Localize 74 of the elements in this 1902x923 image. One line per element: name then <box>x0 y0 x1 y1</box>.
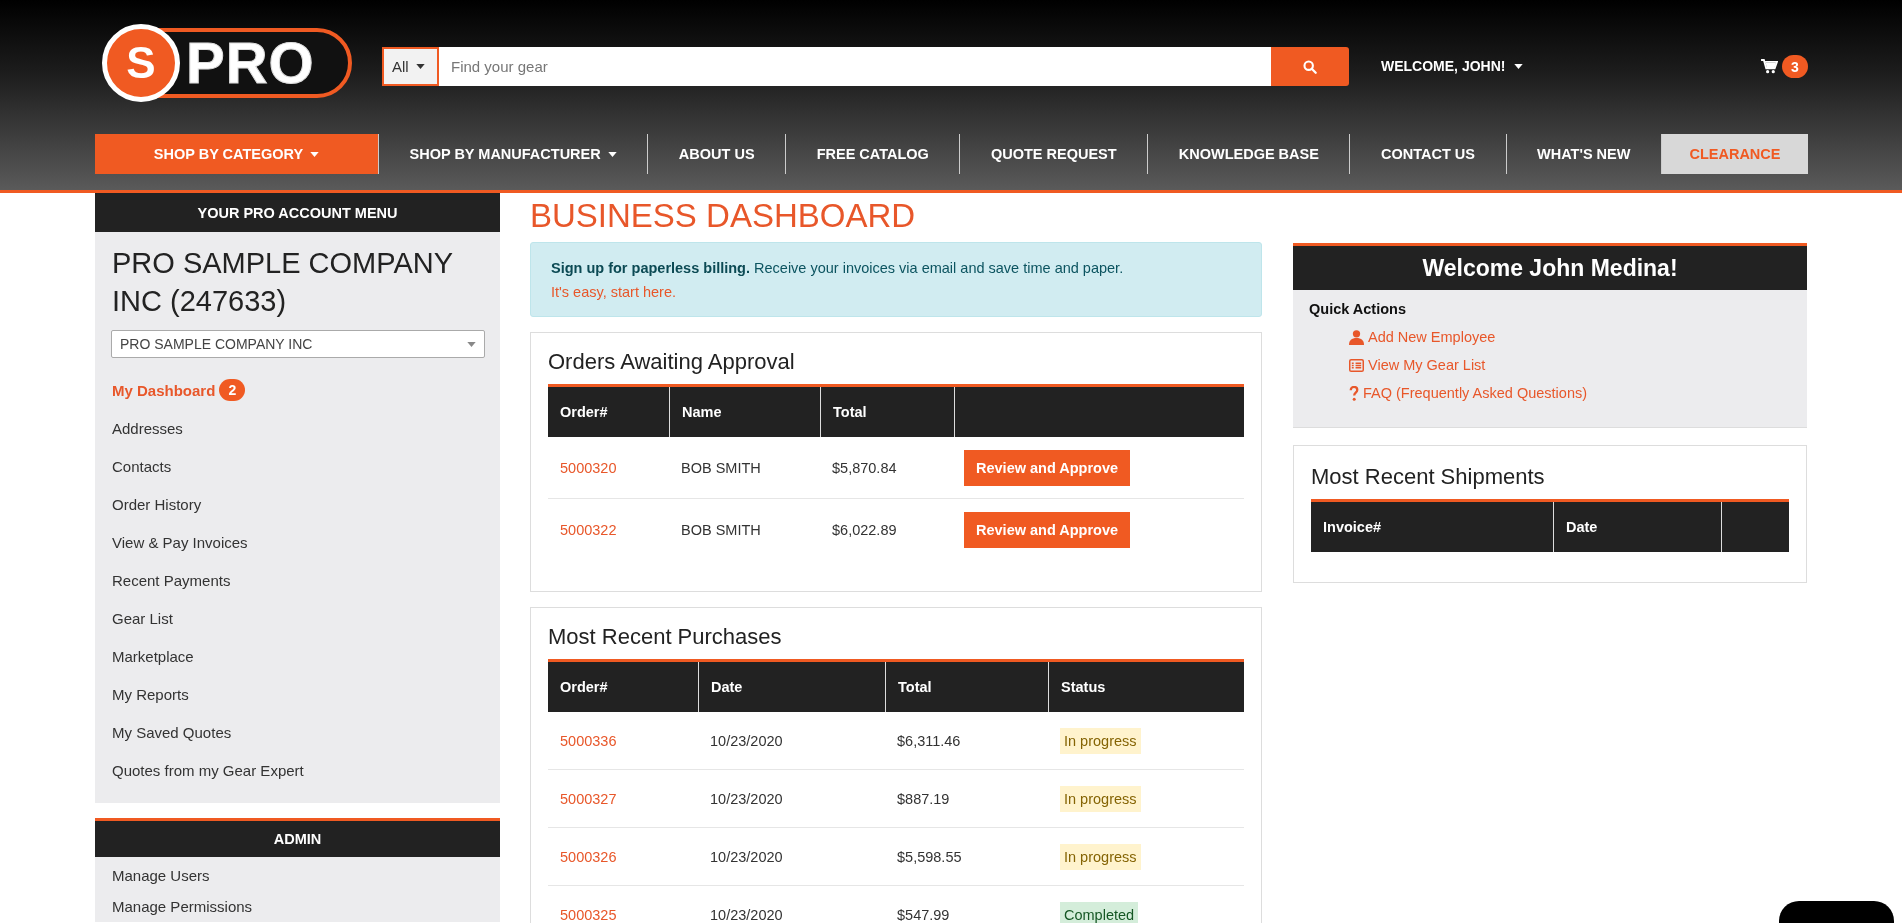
table-cell-text: $6,311.46 <box>896 731 962 751</box>
column-header: Order# <box>559 403 609 422</box>
status-badge: In progress <box>1060 727 1141 754</box>
list-icon <box>1349 357 1364 373</box>
welcome-header: Welcome John Medina! <box>1293 246 1807 290</box>
caret-icon <box>467 341 476 347</box>
table-cell-text: $5,870.84 <box>831 458 898 478</box>
page-title: BUSINESS DASHBOARD <box>530 196 917 236</box>
column-header: Date <box>1553 502 1721 552</box>
menu-link[interactable]: My Reports <box>112 675 189 713</box>
menu-link[interactable]: View & Pay Invoices <box>112 523 248 561</box>
alert-message: Sign up for paperless billing. Receive your invoices via email and save time and paper. It's easy, start here. <box>551 259 1125 302</box>
table-cell-text: $5,598.55 <box>896 847 963 867</box>
nav-link[interactable]: KNOWLEDGE BASE <box>1148 134 1350 174</box>
status-badge: In progress <box>1060 843 1141 870</box>
account-menu[interactable]: WELCOME, JOHN! <box>1381 58 1524 74</box>
status-badge: Completed <box>1060 901 1139 923</box>
section-label: Quick Actions <box>1309 301 1407 317</box>
cart-icon <box>1761 59 1778 74</box>
question-icon <box>1349 385 1359 401</box>
column-header: Order# <box>559 678 609 697</box>
count-badge: 2 <box>219 379 246 401</box>
person-icon <box>1349 329 1364 345</box>
column-header: Date <box>698 662 885 712</box>
menu-link[interactable]: Manage Users <box>112 860 210 891</box>
column-header: Status <box>1048 662 1244 712</box>
order-link[interactable]: 5000322 <box>560 521 617 538</box>
column-header: Total <box>820 387 954 437</box>
table-cell-text: 10/23/2020 <box>709 731 784 751</box>
table-cell-text: BOB SMITH <box>680 458 762 478</box>
order-link[interactable]: 5000320 <box>560 459 617 476</box>
menu-header: ADMIN <box>95 821 500 857</box>
nav-link[interactable]: FREE CATALOG <box>786 134 960 174</box>
column-header: Invoice# <box>1322 518 1383 537</box>
cart-count-badge: 3 <box>1782 55 1808 78</box>
order-link[interactable]: 5000327 <box>560 790 617 807</box>
table-cell-text: BOB SMITH <box>680 520 762 540</box>
scope-dropdown[interactable]: All <box>382 47 439 86</box>
search-field[interactable]: Find your gear <box>439 47 1271 86</box>
caret-icon <box>415 64 425 69</box>
menu-link[interactable]: Order History <box>112 485 202 523</box>
menu-link[interactable]: Marketplace <box>112 637 194 675</box>
menu-link[interactable]: Manage Permissions <box>112 891 253 922</box>
card-heading: Orders Awaiting Approval <box>548 348 796 376</box>
table-cell-text: $887.19 <box>896 789 951 809</box>
nav-link[interactable]: ABOUT US <box>648 134 786 174</box>
nav-link[interactable]: QUOTE REQUEST <box>960 134 1148 174</box>
table-cell-text: 10/23/2020 <box>709 905 784 923</box>
menu-link[interactable]: Addresses <box>112 409 183 447</box>
column-header: Name <box>669 387 820 437</box>
order-link[interactable]: 5000325 <box>560 906 617 923</box>
company-name: PRO SAMPLE COMPANY INC (247633) <box>111 246 454 319</box>
menu-link[interactable]: Quotes from my Gear Expert <box>112 751 304 789</box>
order-link[interactable]: 5000336 <box>560 732 617 749</box>
search-icon <box>1303 59 1317 74</box>
nav-link[interactable]: WHAT'S NEW <box>1506 134 1661 174</box>
order-link[interactable]: 5000326 <box>560 848 617 865</box>
menu-link[interactable]: Gear List <box>112 599 173 637</box>
column-header: Total <box>885 662 1048 712</box>
table-cell-text: $547.99 <box>896 905 951 923</box>
card-heading: Most Recent Purchases <box>548 623 783 651</box>
caret-icon <box>1514 63 1524 69</box>
menu-link[interactable]: Recent Payments <box>112 561 231 599</box>
account-select[interactable]: PRO SAMPLE COMPANY INC <box>111 330 485 358</box>
menu-header: YOUR PRO ACCOUNT MENU <box>95 193 500 232</box>
menu-link[interactable]: Contacts <box>112 447 172 485</box>
nav-link[interactable]: CONTACT US <box>1350 134 1506 174</box>
nav-link[interactable]: SHOP BY MANUFACTURER <box>379 134 648 174</box>
menu-link[interactable]: My Saved Quotes <box>112 713 232 751</box>
card-heading: Most Recent Shipments <box>1311 463 1546 491</box>
table-cell-text: 10/23/2020 <box>709 847 784 867</box>
table-cell-text: 10/23/2020 <box>709 789 784 809</box>
table-cell-text: $6,022.89 <box>831 520 898 540</box>
status-badge: In progress <box>1060 785 1141 812</box>
